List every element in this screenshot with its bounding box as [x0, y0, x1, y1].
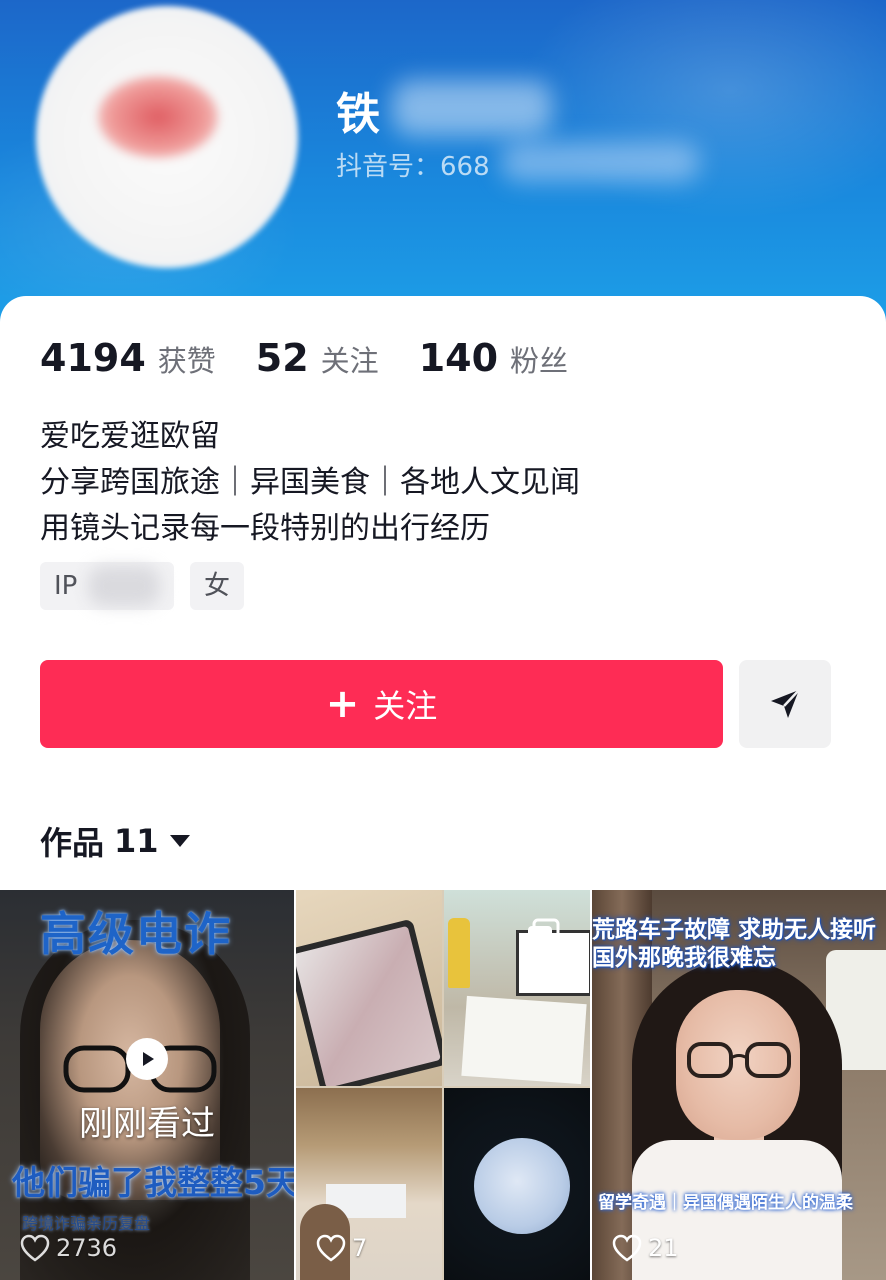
stat-following[interactable]: 52 关注	[256, 336, 379, 380]
video-overlay-title-line: 荒路车子故障 求助无人接听	[592, 917, 877, 943]
thumbnail-image	[687, 1042, 791, 1078]
thumbnail-image	[448, 918, 470, 988]
bio-line: 分享跨国旅途｜异国美食｜各地人文见闻	[40, 465, 580, 500]
follow-button[interactable]: + 关注	[40, 660, 723, 748]
name-redaction	[392, 80, 552, 136]
like-count: 21	[612, 1234, 679, 1262]
video-grid: 高级电诈 刚刚看过 他们骗了我整整5天! 跨境诈骗亲历复盘 2736 7 荒路车…	[0, 890, 886, 1280]
video-overlay-title: 高级电诈	[40, 907, 232, 961]
header-glow	[520, 0, 886, 220]
avatar-image	[98, 76, 218, 158]
stat-likes[interactable]: 4194 获赞	[40, 336, 216, 380]
profile-card: 4194 获赞 52 关注 140 粉丝 爱吃爱逛欧留 分享跨国旅途｜异国美食｜…	[0, 296, 886, 1280]
bio: 爱吃爱逛欧留 分享跨国旅途｜异国美食｜各地人文见闻 用镜头记录每一段特别的出行经…	[40, 414, 580, 552]
like-count-value: 2736	[56, 1234, 118, 1262]
play-icon	[126, 1038, 168, 1080]
like-count-value: 7	[352, 1234, 368, 1262]
like-count: 2736	[20, 1234, 117, 1262]
heart-icon	[20, 1234, 50, 1262]
caret-down-icon	[169, 835, 190, 847]
plus-icon: +	[325, 681, 360, 727]
stat-followers[interactable]: 140 粉丝	[419, 336, 568, 380]
video-caption: 他们骗了我整整5天!	[12, 1163, 294, 1202]
avatar[interactable]	[36, 6, 298, 268]
ip-label: IP	[54, 571, 78, 601]
works-count: 11	[114, 822, 159, 860]
heart-icon	[612, 1234, 642, 1262]
stat-value: 4194	[40, 336, 146, 380]
thumbnail-image	[444, 1088, 590, 1280]
stat-value: 52	[255, 336, 309, 380]
tab-works[interactable]: 作品 11	[40, 818, 191, 864]
profile-name: 铁	[336, 89, 381, 140]
video-sub-caption: 跨境诈骗亲历复盘	[22, 1214, 151, 1233]
send-arrow-icon	[771, 689, 800, 718]
thumbnail-image	[474, 1138, 570, 1234]
thumbnail-image	[461, 995, 587, 1085]
video-overlay-title: 荒路车子故障 求助无人接听 国外那晚我很难忘	[592, 916, 886, 972]
heart-icon	[316, 1234, 346, 1262]
follow-label: 关注	[373, 687, 438, 725]
multi-image-icon	[528, 918, 560, 950]
like-count-value: 21	[648, 1234, 679, 1262]
video-overlay-title-line: 国外那晚我很难忘	[592, 945, 776, 971]
ip-redaction	[88, 566, 160, 606]
works-label: 作品	[40, 824, 105, 862]
like-count: 7	[316, 1234, 367, 1262]
bio-line: 爱吃爱逛欧留	[40, 419, 220, 454]
id-redaction	[500, 142, 700, 182]
thumbnail-image	[296, 918, 442, 1086]
stat-label: 关注	[320, 344, 379, 378]
video-thumbnail[interactable]: 荒路车子故障 求助无人接听 国外那晚我很难忘 留学奇遇｜异国偶遇陌生人的温柔 2…	[592, 890, 886, 1280]
ip-location-tag: IP	[40, 562, 174, 610]
gender-tag: 女	[190, 562, 245, 610]
douyin-id[interactable]: 抖音号：668	[336, 146, 490, 183]
stats-row: 4194 获赞 52 关注 140 粉丝	[40, 336, 608, 380]
profile-header: 铁 抖音号：668	[0, 0, 886, 330]
thumbnail-image	[444, 890, 590, 1086]
bio-line: 用镜头记录每一段特别的出行经历	[40, 511, 490, 546]
profile-tags: IP 女	[40, 562, 260, 610]
video-thumbnail[interactable]: 7	[296, 890, 590, 1280]
thumbnail-image	[296, 890, 442, 1086]
video-caption: 留学奇遇｜异国偶遇陌生人的温柔	[598, 1193, 853, 1213]
recently-watched-label: 刚刚看过	[79, 1104, 215, 1144]
video-thumbnail[interactable]: 高级电诈 刚刚看过 他们骗了我整整5天! 跨境诈骗亲历复盘 2736	[0, 890, 294, 1280]
send-message-button[interactable]	[739, 660, 831, 748]
stat-label: 粉丝	[510, 344, 569, 378]
stat-label: 获赞	[157, 344, 216, 378]
stat-value: 140	[418, 336, 499, 380]
